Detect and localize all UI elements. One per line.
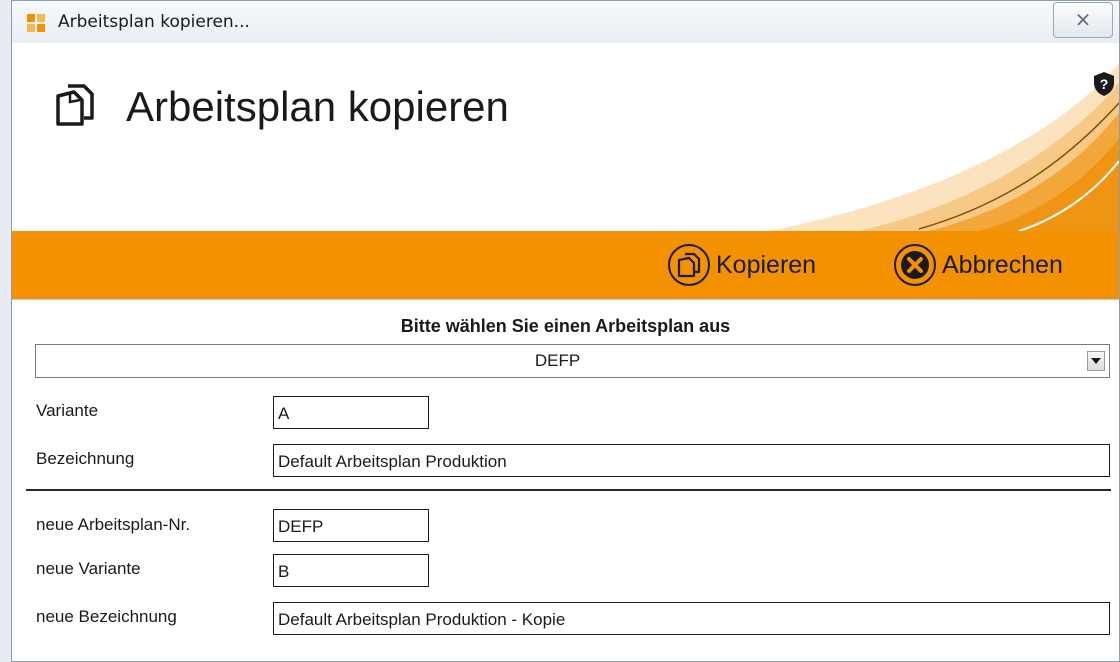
plan-select[interactable]: DEFP	[35, 344, 1110, 378]
cancel-button[interactable]: Abbrechen	[894, 241, 1063, 289]
svg-text:?: ?	[1100, 76, 1109, 92]
shield-question-icon[interactable]: ?	[1093, 71, 1115, 102]
app-icon	[26, 13, 46, 33]
close-button[interactable]: ⨯	[1053, 2, 1113, 38]
neue-variante-label: neue Variante	[36, 559, 141, 578]
window-title: Arbeitsplan kopieren...	[58, 12, 250, 32]
page-title: Arbeitsplan kopieren	[126, 83, 509, 130]
close-icon: ⨯	[1074, 9, 1092, 31]
neue-bezeichnung-label: neue Bezeichnung	[36, 607, 177, 626]
neue-bezeichnung-field[interactable]: Default Arbeitsplan Produktion - Kopie	[273, 602, 1110, 635]
variante-label: Variante	[36, 401, 99, 420]
neue-arbeitsplan-nr-label: neue Arbeitsplan-Nr.	[36, 515, 191, 534]
chevron-down-icon[interactable]	[1087, 351, 1105, 371]
copy-icon	[668, 244, 710, 286]
neue-arbeitsplan-nr-field[interactable]: DEFP	[273, 509, 429, 542]
cancel-icon	[894, 244, 936, 286]
bezeichnung-field[interactable]: Default Arbeitsplan Produktion	[273, 444, 1110, 477]
title-bar[interactable]: Arbeitsplan kopieren... ⨯	[12, 1, 1119, 43]
action-toolbar: Kopieren Abbrechen	[12, 231, 1119, 299]
copy-document-icon	[54, 82, 94, 133]
header-banner: Arbeitsplan kopieren ?	[12, 43, 1119, 231]
neue-variante-field[interactable]: B	[273, 554, 429, 587]
cancel-button-label: Abbrechen	[942, 250, 1063, 279]
header-swoosh-graphic	[769, 63, 1119, 231]
form-panel: Bitte wählen Sie einen Arbeitsplan aus D…	[12, 299, 1119, 661]
copy-button-label: Kopieren	[716, 250, 817, 279]
bezeichnung-label: Bezeichnung	[36, 449, 135, 468]
select-prompt: Bitte wählen Sie einen Arbeitsplan aus	[400, 316, 731, 336]
dialog-window: Arbeitsplan kopieren... ⨯ Arbeitsplan ko…	[11, 0, 1120, 662]
plan-select-value: DEFP	[534, 351, 581, 370]
copy-button[interactable]: Kopieren	[668, 241, 816, 289]
divider	[26, 489, 1111, 491]
variante-field[interactable]: A	[273, 396, 429, 429]
